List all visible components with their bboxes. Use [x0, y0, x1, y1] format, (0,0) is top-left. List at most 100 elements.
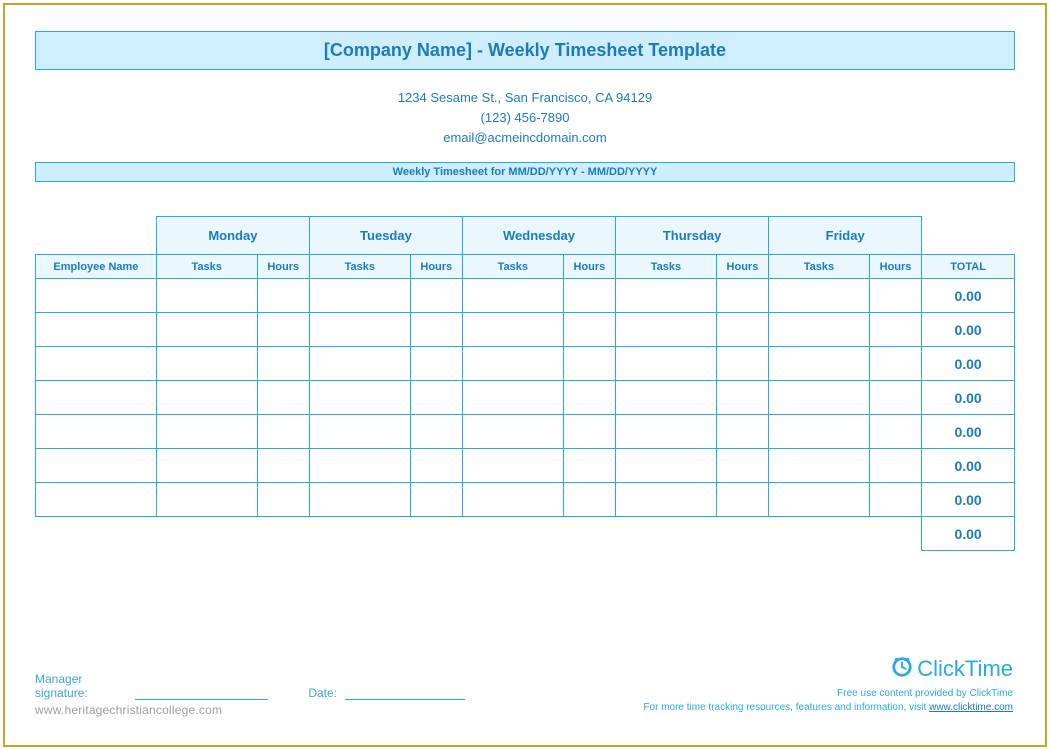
tasks-cell[interactable]	[462, 449, 563, 483]
day-header-row: Monday Tuesday Wednesday Thursday Friday	[36, 217, 1015, 255]
tasks-cell[interactable]	[769, 347, 870, 381]
sub-header-row: Employee Name Tasks Hours Tasks Hours Ta…	[36, 255, 1015, 279]
hours-cell[interactable]	[257, 279, 309, 313]
employee-cell[interactable]	[36, 347, 157, 381]
brand-logo: ClickTime	[643, 654, 1013, 685]
tasks-cell[interactable]	[616, 279, 717, 313]
hours-cell[interactable]	[716, 381, 768, 415]
tasks-cell[interactable]	[616, 449, 717, 483]
tasks-cell[interactable]	[462, 483, 563, 517]
tasks-cell[interactable]	[462, 347, 563, 381]
hours-cell[interactable]	[257, 347, 309, 381]
hours-cell[interactable]	[716, 449, 768, 483]
hours-header: Hours	[410, 255, 462, 279]
hours-cell[interactable]	[410, 483, 462, 517]
hours-cell[interactable]	[410, 279, 462, 313]
tasks-cell[interactable]	[309, 279, 410, 313]
hours-cell[interactable]	[410, 449, 462, 483]
hours-cell[interactable]	[716, 347, 768, 381]
hours-cell[interactable]	[716, 279, 768, 313]
day-header: Monday	[156, 217, 309, 255]
hours-cell[interactable]	[716, 415, 768, 449]
hours-cell[interactable]	[563, 313, 615, 347]
hours-cell[interactable]	[563, 483, 615, 517]
hours-cell[interactable]	[716, 483, 768, 517]
hours-cell[interactable]	[410, 313, 462, 347]
employee-cell[interactable]	[36, 415, 157, 449]
tasks-cell[interactable]	[309, 415, 410, 449]
hours-cell[interactable]	[563, 279, 615, 313]
tasks-cell[interactable]	[769, 381, 870, 415]
hours-cell[interactable]	[257, 415, 309, 449]
tasks-cell[interactable]	[309, 449, 410, 483]
table-row: 0.00	[36, 449, 1015, 483]
table-row: 0.00	[36, 415, 1015, 449]
tasks-cell[interactable]	[616, 313, 717, 347]
hours-cell[interactable]	[563, 415, 615, 449]
employee-cell[interactable]	[36, 483, 157, 517]
date-signature-line[interactable]	[345, 686, 465, 700]
tasks-cell[interactable]	[462, 381, 563, 415]
tasks-cell[interactable]	[156, 279, 257, 313]
brand-link[interactable]: www.clicktime.com	[929, 702, 1013, 713]
hours-cell[interactable]	[869, 381, 921, 415]
tasks-cell[interactable]	[769, 415, 870, 449]
day-header: Tuesday	[309, 217, 462, 255]
tasks-cell[interactable]	[462, 415, 563, 449]
row-total-cell: 0.00	[922, 449, 1015, 483]
hours-cell[interactable]	[257, 449, 309, 483]
tasks-cell[interactable]	[616, 381, 717, 415]
hours-cell[interactable]	[869, 449, 921, 483]
hours-cell[interactable]	[869, 279, 921, 313]
hours-cell[interactable]	[869, 483, 921, 517]
hours-cell[interactable]	[410, 381, 462, 415]
tasks-cell[interactable]	[156, 347, 257, 381]
tasks-cell[interactable]	[616, 415, 717, 449]
tasks-cell[interactable]	[309, 347, 410, 381]
table-row: 0.00	[36, 313, 1015, 347]
hours-cell[interactable]	[257, 381, 309, 415]
hours-cell[interactable]	[257, 313, 309, 347]
tasks-cell[interactable]	[156, 313, 257, 347]
tasks-cell[interactable]	[309, 483, 410, 517]
employee-cell[interactable]	[36, 313, 157, 347]
tasks-cell[interactable]	[616, 483, 717, 517]
tasks-cell[interactable]	[156, 381, 257, 415]
hours-cell[interactable]	[563, 347, 615, 381]
employee-cell[interactable]	[36, 381, 157, 415]
hours-cell[interactable]	[410, 415, 462, 449]
tasks-cell[interactable]	[769, 483, 870, 517]
tasks-cell[interactable]	[462, 279, 563, 313]
table-row: 0.00	[36, 381, 1015, 415]
tasks-cell[interactable]	[156, 415, 257, 449]
row-total-cell: 0.00	[922, 415, 1015, 449]
hours-cell[interactable]	[716, 313, 768, 347]
tasks-header: Tasks	[156, 255, 257, 279]
timesheet-table: Monday Tuesday Wednesday Thursday Friday…	[35, 216, 1015, 551]
hours-cell[interactable]	[869, 347, 921, 381]
tasks-cell[interactable]	[769, 449, 870, 483]
hours-header: Hours	[716, 255, 768, 279]
tasks-cell[interactable]	[156, 449, 257, 483]
manager-signature-line[interactable]	[135, 686, 268, 700]
tasks-cell[interactable]	[309, 381, 410, 415]
hours-cell[interactable]	[257, 483, 309, 517]
hours-cell[interactable]	[869, 313, 921, 347]
hours-cell[interactable]	[869, 415, 921, 449]
hours-cell[interactable]	[563, 381, 615, 415]
tasks-cell[interactable]	[462, 313, 563, 347]
tasks-cell[interactable]	[769, 279, 870, 313]
employee-cell[interactable]	[36, 279, 157, 313]
tasks-cell[interactable]	[156, 483, 257, 517]
row-total-cell: 0.00	[922, 347, 1015, 381]
day-header: Friday	[769, 217, 922, 255]
tasks-cell[interactable]	[309, 313, 410, 347]
hours-cell[interactable]	[563, 449, 615, 483]
employee-cell[interactable]	[36, 449, 157, 483]
tasks-cell[interactable]	[616, 347, 717, 381]
tasks-header: Tasks	[462, 255, 563, 279]
tasks-cell[interactable]	[769, 313, 870, 347]
title-bar: [Company Name] - Weekly Timesheet Templa…	[35, 31, 1015, 70]
hours-cell[interactable]	[410, 347, 462, 381]
watermark-text: www.heritagechristiancollege.com	[35, 703, 222, 717]
